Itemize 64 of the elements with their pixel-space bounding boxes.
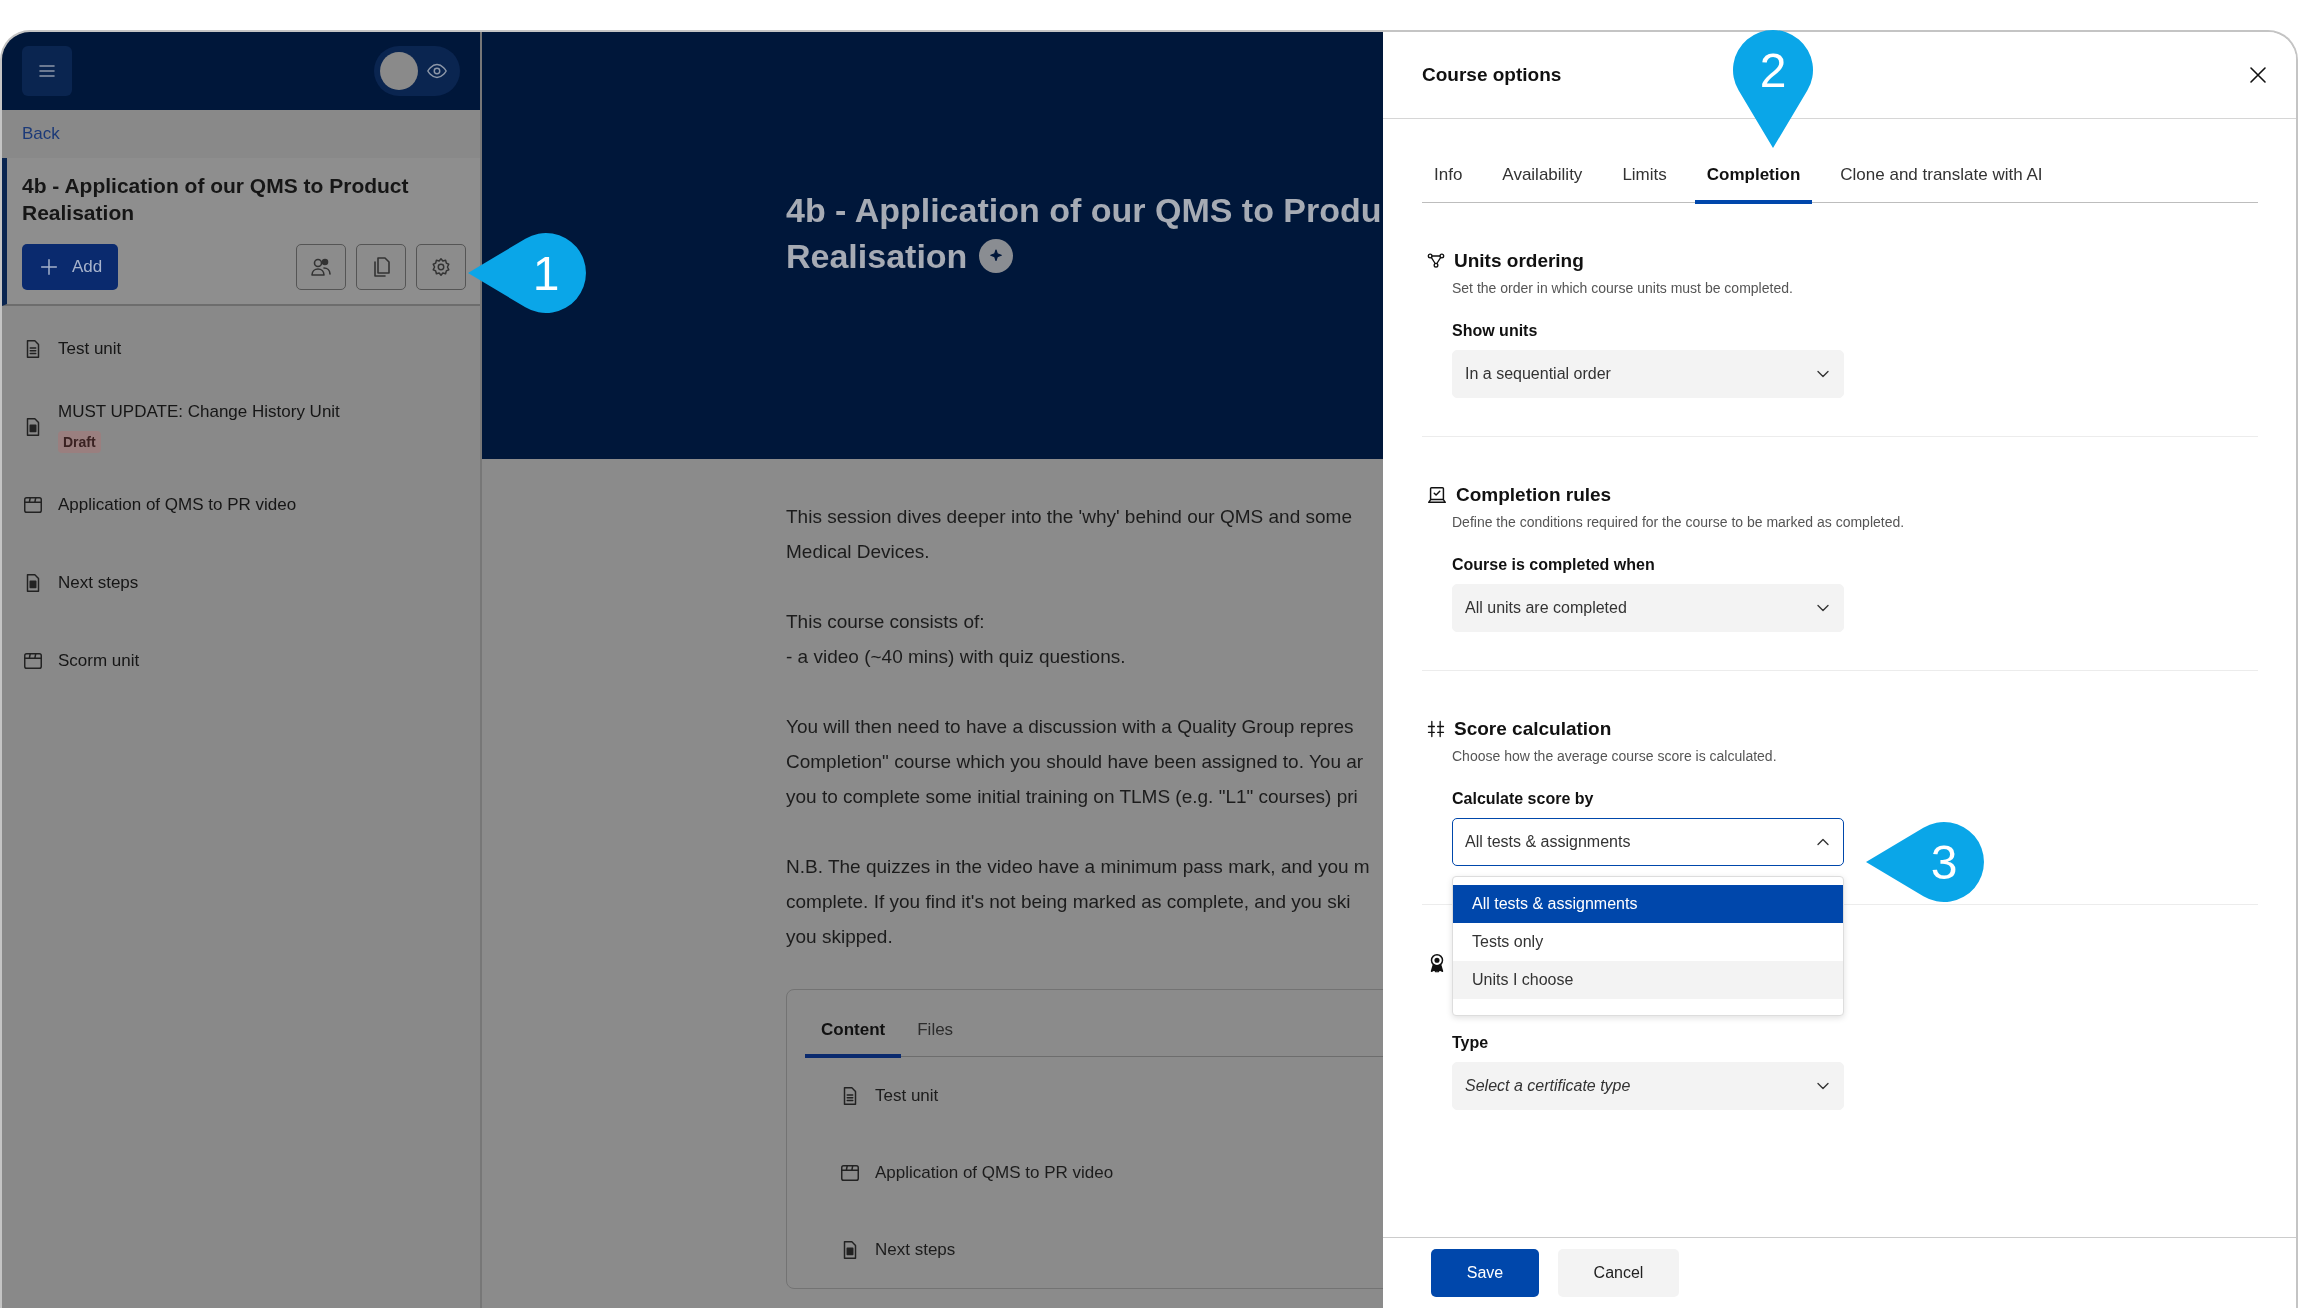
unit-item[interactable]: Next steps [2, 544, 480, 622]
box-icon [22, 650, 44, 672]
draft-badge: Draft [58, 430, 101, 453]
tab[interactable]: Files [901, 1020, 970, 1058]
dropdown-option[interactable]: All tests & assignments [1453, 885, 1843, 923]
unit-title[interactable]: Test unit [875, 1085, 939, 1106]
nodes-icon [1426, 251, 1446, 271]
field-label: Type [1452, 1034, 1490, 1052]
unit-title[interactable]: Application of QMS to PR video [875, 1162, 1114, 1183]
course-title: 4b - Application of our QMS to Product Realisation [22, 173, 410, 226]
tab[interactable]: Clone and translate with AI [1828, 149, 2055, 204]
description-paragraph: This course consists of: - a video (~40 mins) with quiz questions. [786, 610, 1127, 669]
select-field[interactable]: Select a certificate type [1452, 1062, 1844, 1110]
section-description: Set the order in which course units must be completed. [1452, 279, 1794, 298]
settings-button[interactable] [416, 244, 466, 290]
field-label: Calculate score by [1452, 790, 1595, 808]
settings-icon [430, 256, 452, 278]
field-label: Show units [1452, 322, 1539, 340]
unit-item[interactable]: Scorm unit [2, 622, 480, 700]
unit-title: Next steps [58, 573, 139, 593]
cancel-button[interactable]: Cancel [1558, 1249, 1679, 1297]
description-paragraph: You will then need to have a discussion with a Quality Group repres Completion" course which you should have been assigned to. You ar you to complete some initial training on TLMS (e.g. "L1" courses) pri [786, 715, 1365, 809]
unit-item[interactable]: MUST UPDATE: Change History Unit Draft [2, 388, 480, 466]
section-title: Score calculation [1454, 717, 1612, 741]
tab[interactable]: Availability [1490, 149, 1595, 204]
callout-marker: 3 [1866, 822, 1984, 902]
section-description: Choose how the average course score is calculated. [1452, 747, 1778, 766]
dropdown-option[interactable]: Units I choose [1453, 961, 1843, 999]
description-paragraph: N.B. The quizzes in the video have a minimum pass mark, and you m complete. If you find it's not being marked as complete, and you ski you skipped. [786, 855, 1371, 949]
unit-title: MUST UPDATE: Change History Unit [58, 401, 340, 422]
description-paragraph: This session dives deeper into the 'why' behind our QMS and some Medical Devices. [786, 505, 1353, 564]
course-heading: 4b - Application of our QMS to Produ [786, 190, 1382, 231]
callout-marker: 1 [468, 233, 586, 313]
users-button[interactable] [296, 244, 346, 290]
drawer-title: Course options [1422, 64, 1562, 86]
menu-button[interactable] [22, 46, 72, 96]
plus-icon [38, 256, 60, 278]
select-field[interactable]: All units are completed [1452, 584, 1844, 632]
save-button[interactable]: Save [1431, 1249, 1539, 1297]
section-description: Define the conditions required for the course to be marked as completed. [1452, 513, 1906, 532]
callout-marker: 2 [1733, 30, 1813, 148]
copy-button[interactable] [356, 244, 406, 290]
course-heading: Realisation [786, 236, 968, 277]
tab[interactable]: Content [805, 1020, 902, 1058]
select-field[interactable]: In a sequential order [1452, 350, 1844, 398]
field-label: Course is completed when [1452, 556, 1656, 574]
unit-item[interactable]: Test unit [2, 310, 480, 388]
add-button[interactable]: Add [22, 244, 119, 290]
unit-title[interactable]: Next steps [875, 1239, 956, 1260]
preview-toggle[interactable] [374, 46, 460, 96]
checklist-icon [1426, 484, 1448, 506]
sparkle-button[interactable] [979, 239, 1014, 273]
box-icon [22, 494, 44, 516]
tab[interactable]: Limits [1610, 149, 1679, 204]
section-title: Units ordering [1454, 249, 1584, 273]
section-title: Completion rules [1456, 483, 1612, 507]
tab[interactable]: Info [1422, 149, 1475, 204]
unit-title: Test unit [58, 339, 122, 359]
tab[interactable]: Completion [1694, 149, 1813, 204]
dropdown-option[interactable]: Tests only [1453, 923, 1843, 961]
unit-title: Application of QMS to PR video [58, 495, 297, 515]
unit-title: Scorm unit [58, 651, 140, 671]
unit-item[interactable]: Application of QMS to PR video [2, 466, 480, 544]
select-field[interactable]: All tests & assignments [1452, 818, 1844, 866]
